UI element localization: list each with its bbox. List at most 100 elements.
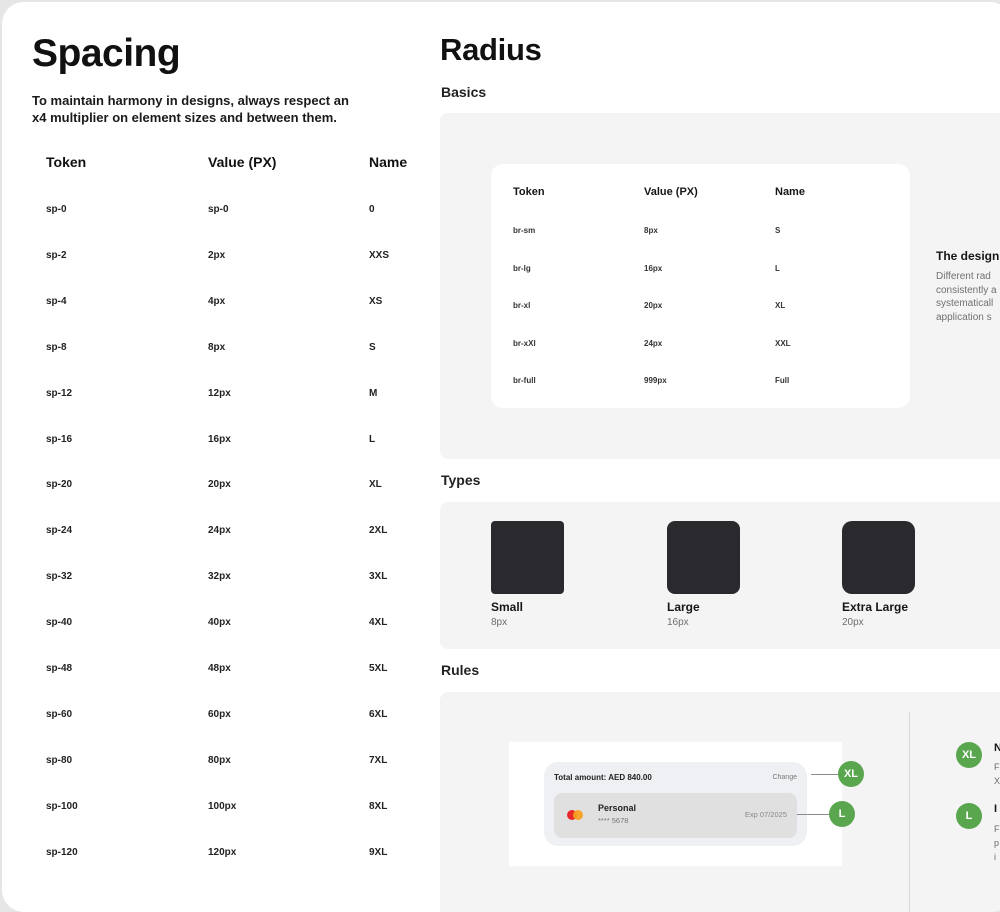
spacing-row: sp-24 24px 2XL	[46, 521, 426, 541]
rule-text: F p i	[994, 822, 1000, 864]
payment-method-name: Personal	[598, 803, 637, 813]
spacing-cell-name: L	[369, 433, 376, 445]
spacing-cell-name: XS	[369, 295, 383, 307]
spacing-cell-name: XXS	[369, 249, 390, 261]
spacing-row: sp-0 sp-0 0	[46, 200, 426, 220]
rule-badge-xl: XL	[956, 742, 982, 768]
spacing-row: sp-100 100px 8XL	[46, 797, 426, 817]
type-name: Large	[667, 600, 700, 614]
radius-cell-name: XXL	[775, 338, 791, 348]
rule-text-line: X	[994, 776, 1000, 786]
radius-cell-token: br-sm	[513, 226, 536, 235]
rule-badge-l: L	[956, 803, 982, 829]
rule-text: F X	[994, 760, 1000, 788]
spacing-row: sp-20 20px XL	[46, 475, 426, 495]
rule-text-line: p	[994, 838, 1000, 848]
basics-header-name: Name	[775, 186, 805, 198]
spacing-cell-name: 9XL	[369, 846, 388, 858]
spacing-cell-value: 24px	[208, 525, 231, 537]
spacing-cell-name: 3XL	[369, 571, 388, 583]
spacing-cell-name: 6XL	[369, 708, 388, 720]
spacing-cell-name: 4XL	[369, 617, 388, 629]
radius-cell-value: 20px	[644, 301, 663, 310]
spacing-cell-token: sp-20	[46, 479, 73, 491]
spacing-row: sp-80 80px 7XL	[46, 751, 426, 771]
type-value: 8px	[491, 617, 508, 628]
spacing-cell-token: sp-2	[46, 249, 67, 261]
radius-cell-name: XL	[775, 301, 786, 310]
spacing-cell-token: sp-4	[46, 295, 67, 307]
spacing-row: sp-12 12px M	[46, 384, 426, 404]
total-amount: Total amount: AED 840.00	[554, 773, 652, 782]
spacing-cell-value: 20px	[208, 479, 231, 491]
types-panel: Small 8px Large 16px Extra Large 20px	[440, 502, 1000, 649]
rule-title: N	[994, 742, 1000, 754]
radius-cell-token: br-xl	[513, 301, 531, 310]
radius-badge-l: L	[829, 801, 855, 827]
card-expiry: Exp 07/2025	[744, 810, 787, 819]
spacing-row: sp-40 40px 4XL	[46, 613, 426, 633]
spacing-cell-token: sp-60	[46, 708, 73, 720]
radius-title: Radius	[440, 32, 542, 67]
design-note-line: application s	[936, 311, 992, 323]
header-token: Token	[46, 154, 87, 170]
spacing-cell-token: sp-8	[46, 341, 67, 353]
spacing-row: sp-4 4px XS	[46, 292, 426, 312]
rule-text-line: F	[994, 762, 1000, 772]
radius-cell-name: S	[775, 226, 781, 235]
spacing-row: sp-8 8px S	[46, 338, 426, 358]
spacing-row: sp-120 120px 9XL	[46, 843, 426, 863]
spacing-cell-name: M	[369, 387, 378, 399]
spacing-cell-value: 32px	[208, 571, 231, 583]
type-small: Small 8px	[491, 521, 601, 628]
spacing-cell-token: sp-100	[46, 800, 78, 812]
design-note-line: systematicall	[936, 298, 994, 309]
payment-method-card[interactable]: Personal **** 5678 Exp 07/2025	[554, 793, 797, 838]
spacing-cell-value: 120px	[208, 846, 237, 858]
radius-cell-token: br-xXl	[513, 338, 536, 348]
types-heading: Types	[441, 472, 481, 488]
radius-cell-value: 8px	[644, 226, 658, 235]
rules-divider	[909, 712, 910, 912]
spacing-cell-name: S	[369, 341, 376, 353]
spacing-cell-value: 4px	[208, 295, 226, 307]
design-note-line: Different rad	[936, 271, 991, 282]
header-value: Value (PX)	[208, 154, 277, 170]
type-name: Extra Large	[842, 600, 909, 614]
design-note-title: The design	[936, 249, 1000, 263]
payment-summary-card: Total amount: AED 840.00 Change Personal…	[544, 762, 807, 846]
spacing-cell-name: 8XL	[369, 800, 388, 812]
radius-cell-value: 999px	[644, 376, 667, 385]
spacing-title: Spacing	[32, 32, 181, 75]
spacing-cell-name: 7XL	[369, 754, 388, 766]
basics-heading: Basics	[441, 84, 487, 100]
spacing-cell-token: sp-32	[46, 571, 73, 583]
spacing-cell-token: sp-40	[46, 617, 73, 629]
spacing-cell-token: sp-12	[46, 387, 73, 399]
spacing-cell-name: 0	[369, 204, 375, 215]
radius-cell-value: 16px	[644, 263, 663, 273]
basics-panel: Token Value (PX) Name br-sm 8px Sbr-lg 16px…	[440, 113, 1000, 459]
basics-header-value: Value (PX)	[644, 186, 698, 198]
spacing-cell-value: 100px	[208, 800, 237, 812]
rules-panel: Total amount: AED 840.00 Change Personal…	[440, 692, 1000, 912]
radius-cell-name: Full	[775, 376, 790, 385]
spacing-cell-value: 80px	[208, 754, 231, 766]
type-large: Large 16px	[667, 521, 777, 628]
spacing-cell-name: 2XL	[369, 525, 388, 537]
spacing-cell-token: sp-24	[46, 525, 73, 537]
spacing-row: sp-32 32px 3XL	[46, 567, 426, 587]
design-note-text: Different rad consistently a systematica…	[936, 270, 1000, 324]
rule-text-line: F	[994, 824, 1000, 834]
spacing-cell-token: sp-120	[46, 846, 78, 858]
connector-line	[811, 774, 839, 775]
spacing-cell-value: 48px	[208, 663, 231, 674]
radius-sample-extra-large	[842, 521, 915, 594]
spacing-cell-token: sp-16	[46, 433, 73, 445]
spacing-cell-value: 60px	[208, 708, 231, 720]
type-value: 16px	[667, 617, 689, 628]
spacing-row: sp-2 2px XXS	[46, 246, 426, 266]
change-link[interactable]: Change	[772, 774, 797, 781]
spacing-cell-name: 5XL	[369, 663, 388, 674]
spacing-cell-token: sp-0	[46, 204, 67, 215]
